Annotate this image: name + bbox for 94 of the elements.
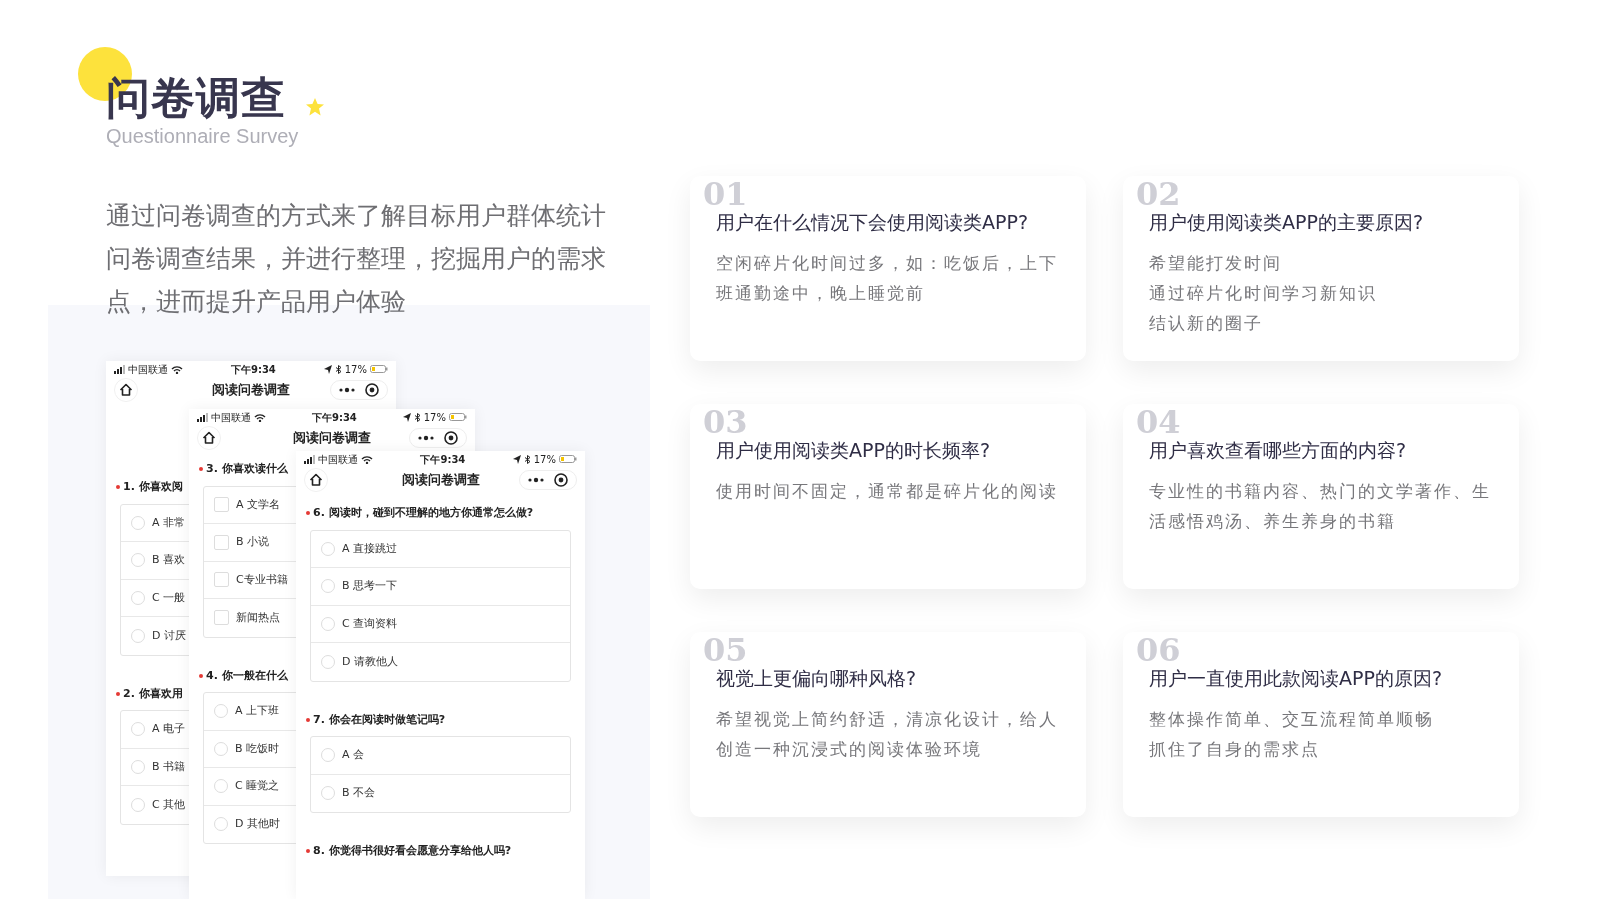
option-label: B 不会 [342,785,376,801]
location-icon [323,364,332,374]
option-label: A 上下班 [235,703,280,719]
card-question: 用户使用阅读类APP的时长频率? [716,438,991,463]
card-question: 用户喜欢查看哪些方面的内容? [1149,438,1408,463]
required-dot [199,467,203,472]
card-question: 视觉上更偏向哪种风格? [716,666,918,691]
option-label: B 书籍 [152,758,186,775]
card-answer: 希望视觉上简约舒适，清凉化设计，给人创造一种沉浸式的阅读体验环境 [716,708,1059,761]
signal-icon [304,454,315,464]
bluetooth-icon [334,364,342,374]
wifi-icon [171,364,183,374]
page-title: 问卷调查 [106,71,286,124]
option-label: A 非常 [152,514,186,531]
option-label: C 其他 [152,796,186,813]
question-text: 4. 你一般在什么 [206,667,288,684]
card-answer: 整体操作简单、交互流程简单顺畅 [1149,708,1435,731]
card-answer: 专业性的书籍内容、热门的文学著作、生活感悟鸡汤、养生养身的书籍 [1149,480,1492,533]
option-label: A 文学名 [236,496,281,513]
status-time: 下午9:34 [420,452,466,467]
signal-icon [197,412,208,422]
option-label: A 电子 [152,721,186,737]
home-icon[interactable] [114,378,138,402]
location-icon [402,412,411,422]
home-icon[interactable] [304,468,328,492]
required-dot [116,485,120,490]
checkbox[interactable] [214,572,229,588]
checkbox[interactable] [214,534,229,550]
option-label: D 请教他人 [342,653,398,670]
option-label: 新闻热点 [236,609,280,626]
battery-percent: 17% [533,452,556,467]
star-icon [305,97,326,117]
option-label: C 查询资料 [342,615,398,632]
option-label: B 吃饭时 [235,740,280,757]
signal-icon [114,364,125,374]
card-question: 用户在什么情况下会使用阅读类APP? [716,210,1029,235]
option-label: C专业书籍 [236,571,288,588]
required-dot [116,691,120,696]
required-dot [306,511,310,516]
battery-icon [370,365,388,373]
required-dot [306,717,310,722]
question-text: 2. 你喜欢用 [123,685,183,702]
option-label: B 思考一下 [342,578,398,594]
status-time: 下午9:34 [230,362,276,377]
close-target-icon[interactable] [365,383,379,397]
option-label: D 讨厌 [152,627,186,644]
battery-percent: 17% [423,410,446,425]
option-label: A 会 [342,747,365,763]
question-text: 7. 你会在阅读时做笔记吗? [313,711,446,728]
checkbox[interactable] [214,497,229,513]
question-text: 8. 你觉得书很好看会愿意分享给他人吗? [313,843,512,859]
carrier-name: 中国联通 [211,410,251,425]
question-text: 1. 你喜欢阅 [123,479,183,495]
option-label: D 其他时 [235,816,280,832]
wifi-icon [254,412,266,422]
card-answer: 空闲碎片化时间过多，如：吃饭后，上下班通勤途中，晚上睡觉前 [716,252,1059,305]
battery-icon [559,455,577,463]
carrier-name: 中国联通 [318,452,358,467]
required-dot [306,849,310,854]
screen-title: 阅读问卷调查 [401,470,480,489]
wifi-icon [361,454,373,464]
card-question: 用户使用阅读类APP的主要原因? [1149,210,1424,235]
home-icon[interactable] [197,426,221,450]
close-target-icon[interactable] [554,473,568,487]
card-answer: 使用时间不固定，通常都是碎片化的阅读 [716,480,1059,503]
bluetooth-icon [523,454,531,464]
checkbox[interactable] [214,610,229,626]
bluetooth-icon [413,412,421,422]
option-label: B 喜欢 [152,552,186,568]
close-target-icon[interactable] [444,431,458,445]
more-icon[interactable] [418,435,434,441]
more-icon[interactable] [339,387,355,393]
screen-title: 阅读问卷调查 [212,380,290,399]
option-label: C 睡觉之 [235,778,280,794]
battery-percent: 17% [344,362,367,377]
card-answer: 抓住了自身的需求点 [1149,738,1321,761]
more-icon[interactable] [528,477,544,483]
option-label: B 小说 [236,534,270,550]
screen-title: 阅读问卷调查 [293,428,371,447]
carrier-name: 中国联通 [128,362,168,377]
card-answer: 结认新的圈子 [1149,312,1264,335]
question-text: 3. 你喜欢读什么 [206,461,288,477]
battery-icon [449,413,467,421]
card-answer: 通过碎片化时间学习新知识 [1149,282,1378,305]
location-icon [512,454,521,464]
card-question: 用户一直使用此款阅读APP的原因? [1149,666,1443,691]
option-label: C 一般 [152,589,186,606]
status-time: 下午9:34 [311,410,357,425]
intro-paragraph: 通过问卷调查的方式来了解目标用户群体统计问卷调查结果，并进行整理，挖掘用户的需求点，进而提升产品用户体验 [106,200,606,318]
question-text: 6. 阅读时，碰到不理解的地方你通常怎么做? [313,505,534,521]
required-dot [199,673,203,678]
option-label: A 直接跳过 [342,540,398,557]
card-answer: 希望能打发时间 [1149,252,1283,275]
page-subtitle: Questionnaire Survey [106,124,300,148]
